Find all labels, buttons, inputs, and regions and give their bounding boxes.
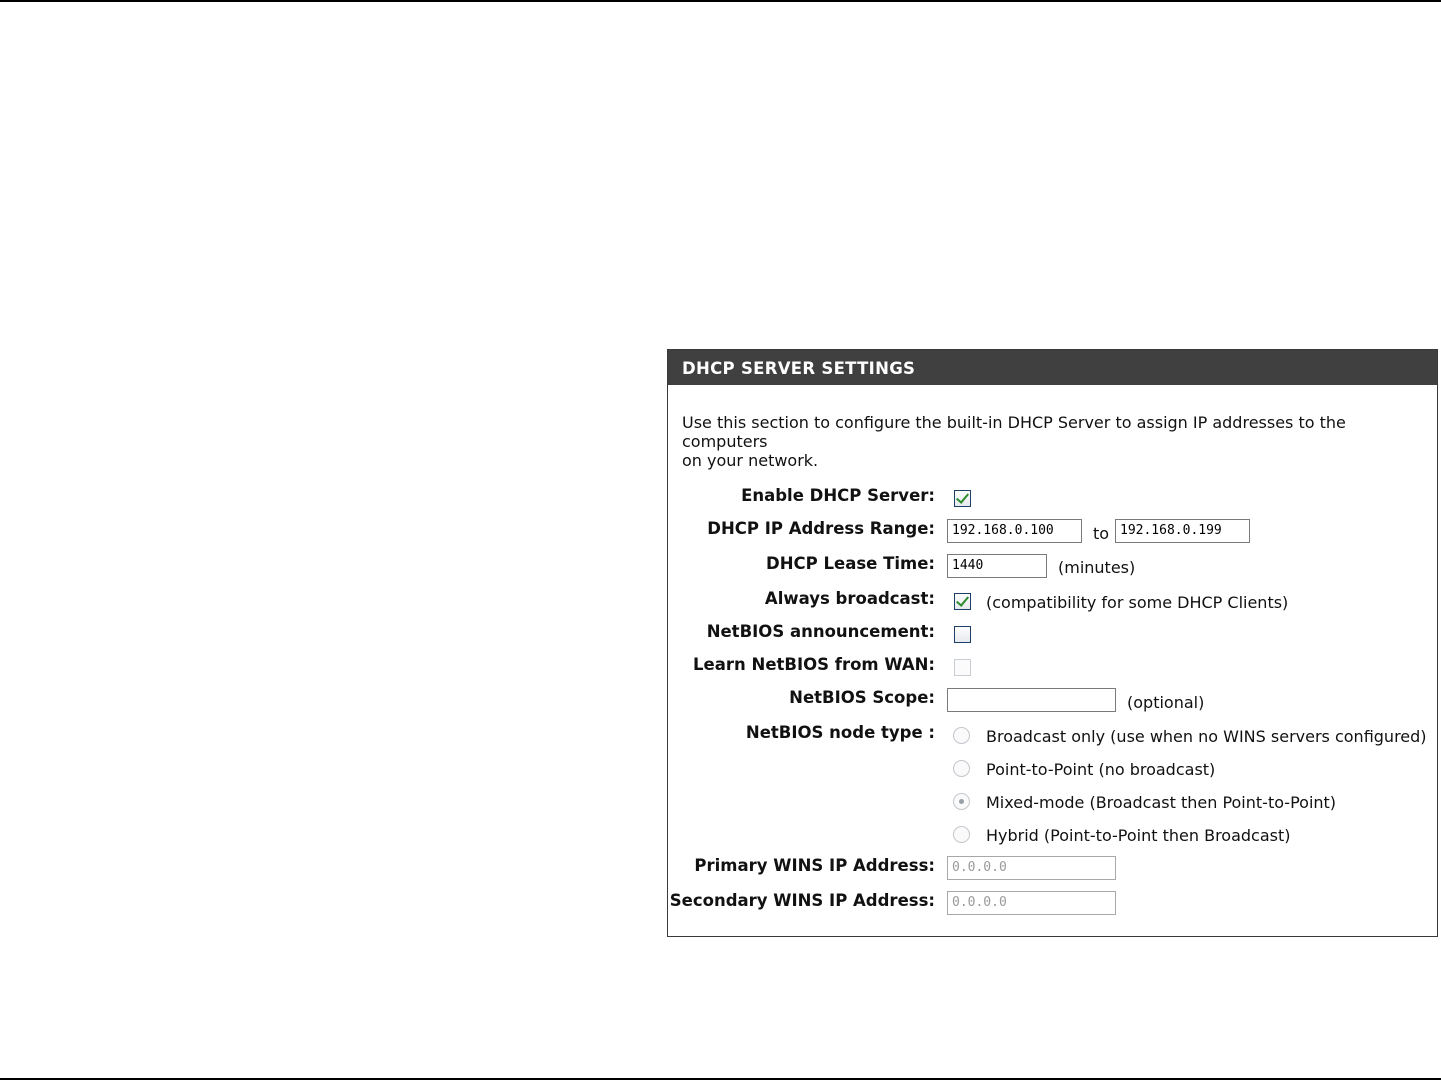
always-broadcast-checkbox[interactable]: [954, 593, 971, 610]
netbios-scope-input[interactable]: [947, 688, 1116, 712]
ip-range-label: DHCP IP Address Range:: [707, 519, 935, 538]
lease-time-unit: (minutes): [1058, 558, 1136, 577]
checkmark-icon: [955, 490, 970, 504]
description-line-1: Use this section to configure the built-…: [682, 413, 1346, 451]
ip-range-end-input[interactable]: 192.168.0.199: [1115, 519, 1250, 543]
lease-time-input[interactable]: 1440: [947, 554, 1047, 578]
page-bottom-rule: [0, 1078, 1441, 1080]
secondary-wins-label: Secondary WINS IP Address:: [669, 891, 935, 910]
node-type-broadcast-radio[interactable]: [953, 727, 970, 744]
node-type-p2p-radio[interactable]: [953, 760, 970, 777]
ip-range-start-input[interactable]: 192.168.0.100: [947, 519, 1082, 543]
enable-dhcp-label: Enable DHCP Server:: [741, 486, 935, 505]
netbios-announcement-checkbox[interactable]: [954, 626, 971, 643]
node-type-mixed-label: Mixed-mode (Broadcast then Point-to-Poin…: [986, 793, 1337, 812]
section-title: DHCP SERVER SETTINGS: [668, 350, 1437, 385]
primary-wins-input[interactable]: 0.0.0.0: [947, 856, 1116, 880]
checkmark-icon: [955, 593, 970, 607]
node-type-hybrid-label: Hybrid (Point-to-Point then Broadcast): [986, 826, 1291, 845]
node-type-hybrid-radio[interactable]: [953, 826, 970, 843]
description-line-2: on your network.: [682, 451, 819, 470]
section-description: Use this section to configure the built-…: [682, 413, 1422, 470]
learn-netbios-checkbox[interactable]: [954, 659, 971, 676]
always-broadcast-note: (compatibility for some DHCP Clients): [986, 593, 1289, 612]
netbios-scope-label: NetBIOS Scope:: [789, 688, 935, 707]
always-broadcast-label: Always broadcast:: [764, 589, 935, 608]
secondary-wins-input[interactable]: 0.0.0.0: [947, 891, 1116, 915]
dhcp-server-settings-panel: DHCP SERVER SETTINGS Use this section to…: [667, 349, 1438, 937]
ip-range-to-label: to: [1093, 524, 1110, 543]
radio-selected-dot: [959, 799, 964, 804]
primary-wins-label: Primary WINS IP Address:: [694, 856, 935, 875]
netbios-scope-note: (optional): [1127, 693, 1205, 712]
node-type-label: NetBIOS node type :: [745, 723, 935, 742]
enable-dhcp-checkbox[interactable]: [954, 490, 971, 507]
node-type-mixed-radio[interactable]: [953, 793, 970, 810]
lease-time-label: DHCP Lease Time:: [766, 554, 935, 573]
node-type-p2p-label: Point-to-Point (no broadcast): [986, 760, 1216, 779]
node-type-broadcast-label: Broadcast only (use when no WINS servers…: [986, 727, 1427, 746]
page-top-rule: [0, 0, 1441, 2]
netbios-announcement-label: NetBIOS announcement:: [706, 622, 935, 641]
learn-netbios-label: Learn NetBIOS from WAN:: [693, 655, 935, 674]
